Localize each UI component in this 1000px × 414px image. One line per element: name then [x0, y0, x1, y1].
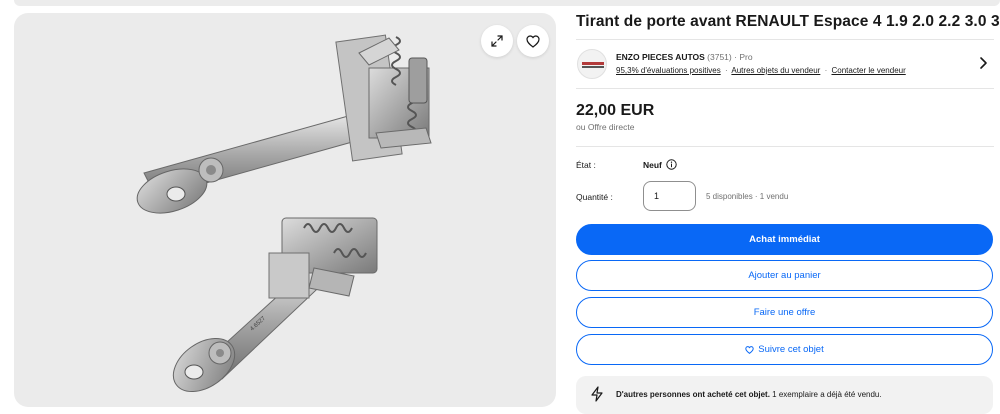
- offer-note: ou Offre directe: [576, 122, 635, 132]
- sold-notice: D'autres personnes ont acheté cet objet.…: [576, 376, 993, 414]
- door-check-lower: 4.6527: [172, 217, 378, 393]
- condition-label: État :: [576, 160, 596, 170]
- price: 22,00 EUR: [576, 102, 655, 119]
- notice-rest: 1 exemplaire a déjà été vendu.: [769, 390, 882, 399]
- watch-item-label: Suivre cet objet: [758, 344, 824, 355]
- make-offer-button[interactable]: Faire une offre: [576, 297, 993, 328]
- watch-heart-button[interactable]: [517, 25, 549, 57]
- seller-card[interactable]: ENZO PIECES AUTOS (3751) · Pro 95,3% d'é…: [576, 39, 994, 89]
- seller-name-line: ENZO PIECES AUTOS (3751) · Pro: [616, 52, 753, 62]
- listing-title: Tirant de porte avant RENAULT Espace 4 1…: [576, 13, 1000, 30]
- seller-feedback-count: (3751): [707, 52, 732, 62]
- positive-rating-link[interactable]: 95,3% d'évaluations positives: [616, 66, 721, 75]
- chevron-right-icon[interactable]: [978, 56, 988, 70]
- contact-seller-link[interactable]: Contacter le vendeur: [831, 66, 905, 75]
- watch-item-button[interactable]: Suivre cet objet: [576, 334, 993, 365]
- other-items-link[interactable]: Autres objets du vendeur: [731, 66, 820, 75]
- buy-now-button[interactable]: Achat immédiat: [576, 224, 993, 255]
- heart-icon: [526, 34, 540, 48]
- seller-links: 95,3% d'évaluations positives · Autres o…: [616, 66, 906, 75]
- expand-icon: [491, 35, 503, 47]
- purchase-panel: Tirant de porte avant RENAULT Espace 4 1…: [576, 0, 1000, 414]
- add-to-cart-button[interactable]: Ajouter au panier: [576, 260, 993, 291]
- condition-value-group: Neuf: [643, 159, 677, 170]
- quantity-input[interactable]: 1: [643, 181, 696, 211]
- seller-type: · Pro: [734, 52, 753, 62]
- image-gallery[interactable]: 4.6527: [14, 13, 556, 407]
- info-icon[interactable]: [666, 159, 677, 170]
- seller-name[interactable]: ENZO PIECES AUTOS: [616, 52, 705, 62]
- divider: [576, 146, 994, 147]
- notice-text: D'autres personnes ont acheté cet objet.…: [616, 390, 882, 399]
- link-separator: ·: [824, 66, 828, 75]
- product-photo: 4.6527: [136, 34, 432, 393]
- lightning-icon: [591, 386, 603, 402]
- quantity-label: Quantité :: [576, 192, 613, 202]
- expand-button[interactable]: [481, 25, 513, 57]
- availability-note: 5 disponibles · 1 vendu: [706, 192, 789, 201]
- notice-bold: D'autres personnes ont acheté cet objet.: [616, 390, 770, 399]
- link-separator: ·: [724, 66, 728, 75]
- condition-value: Neuf: [643, 159, 662, 170]
- door-check-upper: [136, 34, 432, 214]
- heart-icon: [745, 345, 754, 354]
- seller-avatar[interactable]: [577, 49, 607, 79]
